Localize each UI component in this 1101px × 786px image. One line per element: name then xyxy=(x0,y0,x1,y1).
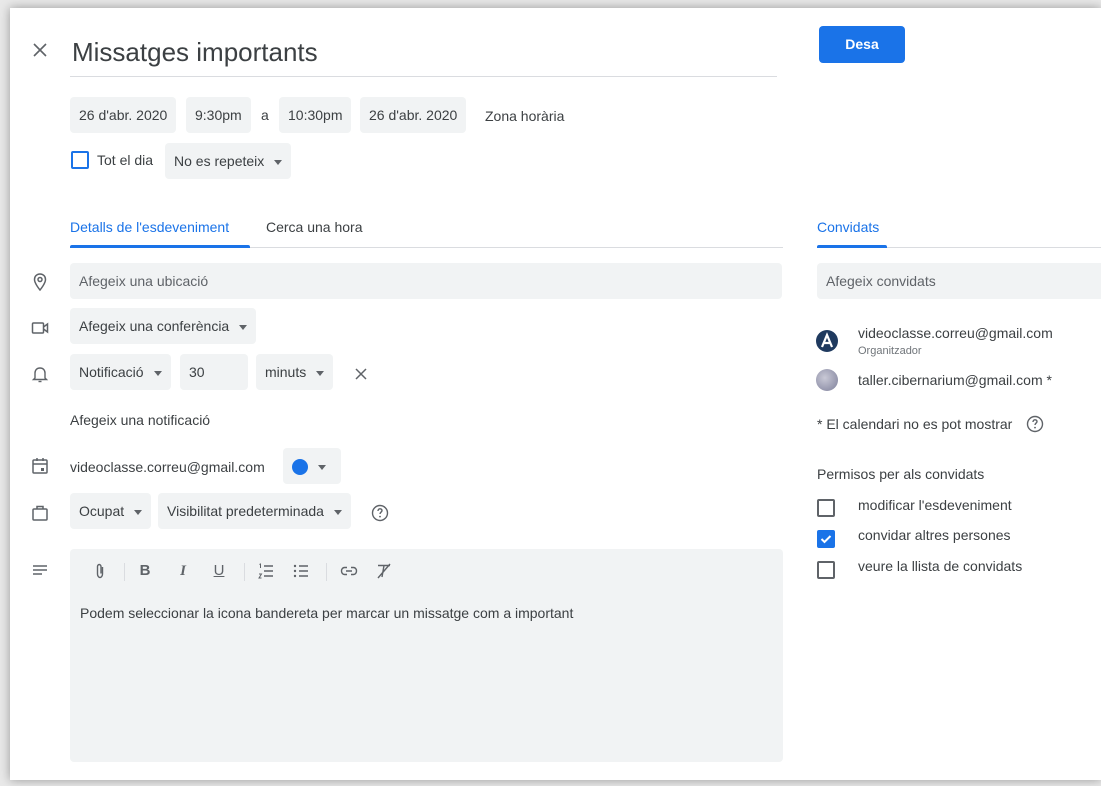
description-text: Podem seleccionar la icona bandereta per… xyxy=(80,605,574,621)
chevron-down-icon xyxy=(239,324,248,330)
add-notification-link[interactable]: Afegeix una notificació xyxy=(70,412,210,428)
calendar-color-dropdown[interactable] xyxy=(283,448,341,484)
permissions-title: Permisos per als convidats xyxy=(817,466,985,482)
calendar-note: * El calendari no es pot mostrar xyxy=(817,416,1013,432)
tab-find-time[interactable]: Cerca una hora xyxy=(266,219,363,235)
avatar xyxy=(816,330,838,352)
all-day-checkbox[interactable] xyxy=(71,151,89,169)
event-title-field[interactable]: Missatges importants xyxy=(70,28,777,77)
event-title: Missatges importants xyxy=(72,37,318,67)
chevron-down-icon xyxy=(134,509,143,515)
repeat-dropdown[interactable]: No es repeteix xyxy=(165,143,292,179)
timezone-link[interactable]: Zona horària xyxy=(485,108,564,124)
guest-email: taller.cibernarium@gmail.com * xyxy=(858,372,1052,388)
chevron-down-icon xyxy=(333,509,342,515)
close-icon[interactable] xyxy=(30,40,50,60)
attachment-icon[interactable] xyxy=(90,561,110,581)
start-date-chip[interactable]: 26 d'abr. 2020 xyxy=(70,97,177,133)
all-day-label: Tot el dia xyxy=(97,152,154,168)
add-guests-input[interactable]: Afegeix convidats xyxy=(817,263,1101,299)
start-time-chip[interactable]: 9:30pm xyxy=(186,97,251,133)
clear-formatting-icon[interactable] xyxy=(374,561,394,581)
color-swatch xyxy=(292,459,308,476)
chevron-down-icon xyxy=(153,370,162,376)
guest-role: Organitzador xyxy=(858,345,922,357)
location-pin-icon xyxy=(30,272,50,292)
help-icon[interactable] xyxy=(370,503,390,523)
avatar xyxy=(816,369,838,391)
underline-button[interactable]: U xyxy=(210,561,228,581)
chevron-down-icon xyxy=(318,464,326,470)
tab-guests[interactable]: Convidats xyxy=(817,219,879,235)
tab-event-details[interactable]: Detalls de l'esdeveniment xyxy=(70,219,229,235)
bell-icon xyxy=(30,364,50,384)
permission-checkbox[interactable] xyxy=(817,499,835,517)
permission-label: modificar l'esdeveniment xyxy=(858,497,1012,513)
permission-label: veure la llista de convidats xyxy=(858,558,1023,574)
save-button[interactable]: Desa xyxy=(819,26,905,63)
bold-button[interactable]: B xyxy=(136,561,154,581)
active-tab-indicator xyxy=(70,245,250,248)
toolbar-separator xyxy=(326,563,327,581)
permission-checkbox[interactable] xyxy=(817,561,835,579)
permission-checkbox[interactable] xyxy=(817,530,835,548)
link-icon[interactable] xyxy=(339,561,359,581)
calendar-icon xyxy=(30,456,50,476)
briefcase-icon xyxy=(30,503,50,523)
chevron-down-icon xyxy=(316,370,325,376)
guests-tab-indicator xyxy=(817,245,887,248)
availability-dropdown[interactable]: Ocupat xyxy=(70,493,152,529)
guest-email: videoclasse.correu@gmail.com xyxy=(858,325,1053,341)
end-time-chip[interactable]: 10:30pm xyxy=(279,97,352,133)
bulleted-list-icon[interactable] xyxy=(291,561,311,581)
chevron-down-icon xyxy=(274,159,283,165)
event-editor: Missatges importants Desa 26 d'abr. 2020… xyxy=(10,8,1101,780)
notification-type-dropdown[interactable]: Notificació xyxy=(70,354,171,390)
calendar-account: videoclasse.correu@gmail.com xyxy=(70,459,265,475)
description-icon xyxy=(30,560,50,580)
visibility-dropdown[interactable]: Visibilitat predeterminada xyxy=(158,493,351,529)
permission-label: convidar altres persones xyxy=(858,527,1011,543)
numbered-list-icon[interactable] xyxy=(256,561,276,581)
notification-value-input[interactable]: 30 xyxy=(180,354,248,390)
help-icon[interactable] xyxy=(1025,414,1045,434)
toolbar-separator xyxy=(244,563,245,581)
time-separator: a xyxy=(261,107,269,123)
conference-dropdown[interactable]: Afegeix una conferència xyxy=(70,308,257,344)
italic-button[interactable]: I xyxy=(174,561,192,581)
location-input[interactable]: Afegeix una ubicació xyxy=(70,263,782,299)
notification-unit-dropdown[interactable]: minuts xyxy=(256,354,334,390)
end-date-chip[interactable]: 26 d'abr. 2020 xyxy=(360,97,467,133)
video-camera-icon xyxy=(30,318,50,338)
toolbar-separator xyxy=(124,563,125,581)
remove-notification-icon[interactable] xyxy=(351,364,371,384)
